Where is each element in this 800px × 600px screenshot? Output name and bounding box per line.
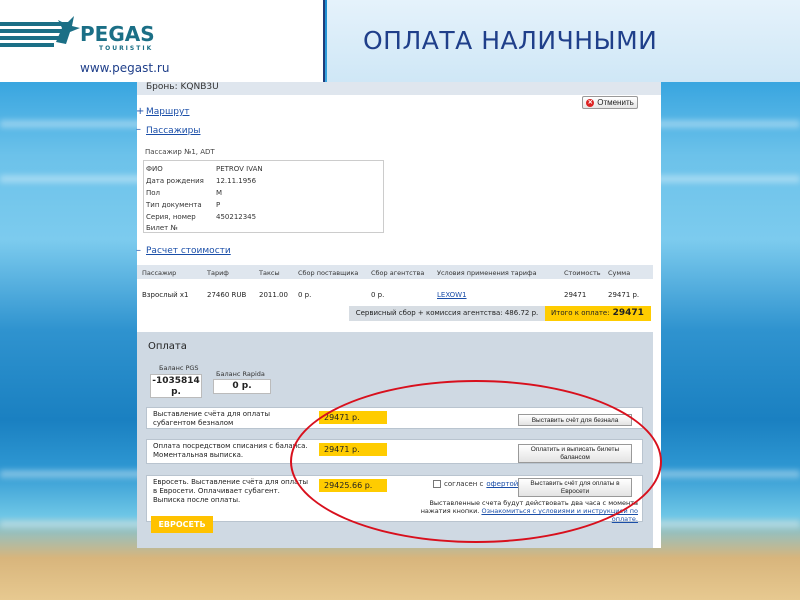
booking-number: Бронь: KQNB3U xyxy=(146,82,219,92)
pricing-collapse-icon[interactable]: – xyxy=(136,245,141,256)
title-area: ОПЛАТА НАЛИЧНЫМИ xyxy=(327,0,800,82)
booking-bar: Бронь: KQNB3U xyxy=(137,82,661,95)
pegasus-icon xyxy=(56,16,80,44)
balance-pgs-value: -1035814 р. xyxy=(150,374,202,398)
balance-rapida-label: Баланс Rapida xyxy=(216,370,265,378)
section-passengers[interactable]: Пассажиры xyxy=(146,126,200,136)
slide-header: PEGAS TOURISTIK www.pegast.ru ОПЛАТА НАЛ… xyxy=(0,0,800,82)
option-amount: 29471 р. xyxy=(319,411,387,424)
col-taxes: Таксы xyxy=(259,269,280,277)
offer-link[interactable]: офертой xyxy=(486,480,518,488)
col-passenger: Пассажир xyxy=(142,269,177,277)
col-cost: Стоимость xyxy=(564,269,601,277)
payment-panel: Оплата Баланс PGS -1035814 р. Баланс Rap… xyxy=(137,332,653,548)
cell-fare: 27460 RUB xyxy=(207,291,247,299)
euroset-logo: ЕВРОСЕТЬ xyxy=(151,516,213,533)
invoice-note: Выставленные счета будут действовать два… xyxy=(398,499,638,523)
cell-supplier-fee: 0 р. xyxy=(298,291,312,299)
agree-checkbox[interactable] xyxy=(433,480,441,488)
passenger-details: ФИО PETROV IVAN Дата рождения 12.11.1956… xyxy=(143,160,384,233)
site-url[interactable]: www.pegast.ru xyxy=(80,61,169,75)
pax-value-sex: M xyxy=(216,189,223,197)
cancel-icon: ✕ xyxy=(586,98,595,107)
total-label: Итого к оплате: xyxy=(551,309,610,317)
option-euroset: Евросеть. Выставление счёта для оплаты в… xyxy=(146,475,643,523)
pax-value-docnum: 450212345 xyxy=(216,213,257,221)
pricing-table-header: Пассажир Тариф Таксы Сбор поставщика Сбо… xyxy=(137,265,653,279)
pax-label-doctype: Тип документа xyxy=(146,201,202,209)
section-route[interactable]: Маршрут xyxy=(146,107,190,117)
col-agency-fee: Сбор агентства xyxy=(371,269,425,277)
cell-agency-fee: 0 р. xyxy=(371,291,385,299)
brand-subtitle: TOURISTIK xyxy=(99,45,154,52)
cell-sum: 29471 р. xyxy=(608,291,640,299)
booking-screenshot: Бронь: KQNB3U ✕ Отменить + Маршрут – Пас… xyxy=(136,82,661,548)
cell-passenger: Взрослый x1 xyxy=(142,291,189,299)
pax-label-birth: Дата рождения xyxy=(146,177,204,185)
option-amount: 29471 р. xyxy=(319,443,387,456)
option-balance-payment: Оплата посредством списания с баланса. М… xyxy=(146,439,643,464)
col-supplier-fee: Сбор поставщика xyxy=(298,269,359,277)
pax-value-doctype: P xyxy=(216,201,221,209)
table-row: Взрослый x1 27460 RUB 2011.00 0 р. 0 р. … xyxy=(137,287,653,301)
logo-area: PEGAS TOURISTIK www.pegast.ru xyxy=(0,0,325,82)
slide-title: ОПЛАТА НАЛИЧНЫМИ xyxy=(363,26,658,55)
passengers-collapse-icon[interactable]: – xyxy=(136,124,141,135)
terms-link[interactable]: Ознакомиться с условиями и инструкцией п… xyxy=(481,507,638,523)
pax-label-ticket: Билет № xyxy=(146,224,178,232)
cancel-label: Отменить xyxy=(597,98,634,107)
balance-pgs-label: Баланс PGS xyxy=(159,364,199,372)
option-text: Выставление счёта для оплаты субагентом … xyxy=(153,410,270,427)
euroset-invoice-button[interactable]: Выставить счёт для оплаты в Евросети xyxy=(518,478,632,497)
cell-taxes: 2011.00 xyxy=(259,291,288,299)
pax-label-docnum: Серия, номер xyxy=(146,213,196,221)
pax-value-birth: 12.11.1956 xyxy=(216,177,257,185)
col-fare: Тариф xyxy=(207,269,229,277)
option-invoice-cashless: Выставление счёта для оплаты субагентом … xyxy=(146,407,643,429)
route-expand-icon[interactable]: + xyxy=(136,106,144,117)
option-amount: 29425.66 р. xyxy=(319,479,387,492)
payment-title: Оплата xyxy=(148,341,187,352)
agree-offer: согласен с офертой xyxy=(433,480,518,488)
option-text: Евросеть. Выставление счёта для оплаты в… xyxy=(153,478,309,504)
col-sum: Сумма xyxy=(608,269,631,277)
balance-rapida-value: 0 р. xyxy=(213,379,271,394)
pay-with-balance-button[interactable]: Оплатить и выписать билеты балансом xyxy=(518,444,632,463)
pax-label-sex: Пол xyxy=(146,189,161,197)
brand-name: PEGAS xyxy=(80,22,155,46)
service-fee: Сервисный сбор + комиссия агентства: 486… xyxy=(349,306,545,321)
section-pricing[interactable]: Расчет стоимости xyxy=(146,246,231,256)
agree-text: согласен с xyxy=(444,480,484,488)
invoice-cashless-button[interactable]: Выставить счёт для безнала xyxy=(518,414,632,426)
cell-cost: 29471 xyxy=(564,291,587,299)
total-to-pay: Итого к оплате: 29471 xyxy=(545,306,651,321)
option-text: Оплата посредством списания с баланса. М… xyxy=(153,442,308,459)
fare-rules-link[interactable]: LEXOW1 xyxy=(437,291,467,299)
pax-value-name: PETROV IVAN xyxy=(216,165,263,173)
col-fare-rules: Условия применения тарифа xyxy=(437,269,537,277)
total-value: 29471 xyxy=(612,308,644,318)
passenger-title: Пассажир №1, ADT xyxy=(145,148,215,156)
cancel-button[interactable]: ✕ Отменить xyxy=(582,96,638,109)
pax-label-name: ФИО xyxy=(146,165,163,173)
